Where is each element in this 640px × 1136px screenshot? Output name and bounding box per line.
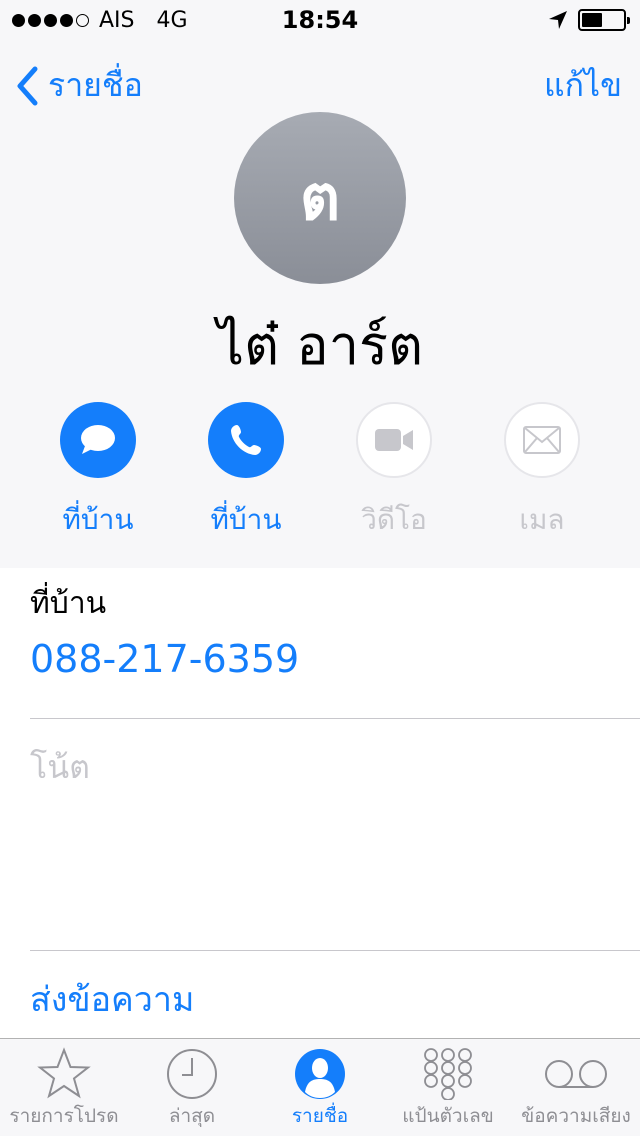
back-button-label: รายชื่อ (48, 66, 143, 104)
call-action-label: ที่บ้าน (210, 503, 282, 536)
tab-bar: รายการโปรด ล่าสุด รายชื่อ แป้นตัวเลข ข้อ… (0, 1038, 640, 1136)
contact-name: ไต๋ อาร์ต (216, 314, 424, 377)
location-arrow-icon (549, 11, 567, 29)
battery-icon (578, 9, 630, 31)
divider (30, 718, 640, 719)
tab-recents[interactable]: ล่าสุด (128, 1039, 256, 1136)
status-bar: AIS 4G 18:54 (0, 0, 640, 40)
tab-contacts-label: รายชื่อ (291, 1105, 349, 1127)
avatar-initial: ต (299, 161, 341, 234)
message-action-button[interactable]: ที่บ้าน (18, 402, 178, 542)
message-icon (81, 425, 115, 454)
call-action-button[interactable]: ที่บ้าน (166, 402, 326, 542)
video-action-label: วิดีโอ (361, 503, 427, 536)
mail-action-label: เมล (519, 503, 565, 536)
clock-icon (167, 1049, 217, 1099)
back-button[interactable]: รายชื่อ (16, 60, 143, 111)
avatar: ต (234, 112, 406, 284)
message-action-label: ที่บ้าน (62, 503, 134, 536)
chevron-left-icon (17, 66, 38, 105)
phone-number[interactable]: 088-217-6359 (30, 637, 640, 681)
tab-voicemail-label: ข้อความเสียง (521, 1105, 631, 1127)
tab-recents-label: ล่าสุด (168, 1105, 216, 1127)
tab-keypad-label: แป้นตัวเลข (402, 1105, 494, 1127)
phone-icon (231, 425, 261, 455)
tab-keypad[interactable]: แป้นตัวเลข (384, 1039, 512, 1136)
contacts-icon (295, 1049, 345, 1099)
divider (30, 950, 640, 951)
voicemail-icon (545, 1060, 607, 1088)
phone-type-label: ที่บ้าน (30, 586, 107, 621)
tab-contacts[interactable]: รายชื่อ (256, 1039, 384, 1136)
star-icon (37, 1047, 91, 1099)
phone-row[interactable]: ที่บ้าน 088-217-6359 (30, 580, 640, 681)
mail-icon (523, 426, 561, 454)
mail-action-button[interactable]: เมล (462, 402, 622, 542)
tab-voicemail[interactable]: ข้อความเสียง (512, 1039, 640, 1136)
status-right (548, 8, 630, 32)
edit-button[interactable]: แก้ไข (544, 60, 622, 111)
notes-field[interactable]: โน้ต (30, 742, 90, 793)
tab-favorites-label: รายการโปรด (9, 1105, 119, 1127)
keypad-icon (424, 1048, 472, 1100)
status-time: 18:54 (281, 6, 359, 34)
tab-favorites[interactable]: รายการโปรด (0, 1039, 128, 1136)
contact-header: รายชื่อ แก้ไข ต ไต๋ อาร์ต ที่บ้าน ที่บ้า… (0, 40, 640, 568)
video-icon (375, 429, 413, 451)
video-action-button[interactable]: วิดีโอ (314, 402, 474, 542)
send-message-button[interactable]: ส่งข้อความ (30, 972, 194, 1026)
